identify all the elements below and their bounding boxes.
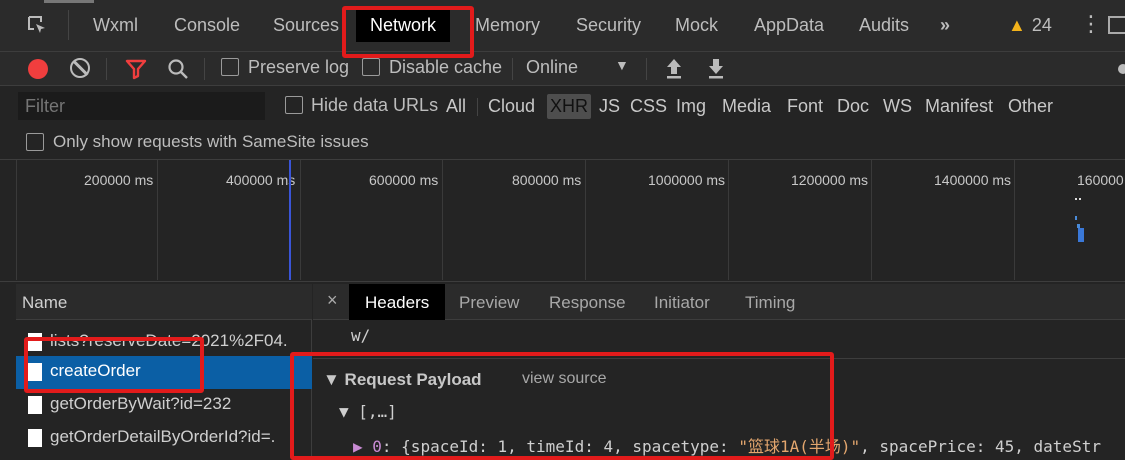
tab-indicator-line: [44, 0, 94, 3]
disable-cache-label: Disable cache: [389, 57, 503, 77]
grid-line: [157, 160, 158, 280]
timeline-request-marks: [1072, 194, 1088, 244]
preserve-log-label: Preserve log: [248, 57, 350, 77]
tab-mock[interactable]: Mock: [675, 15, 718, 36]
preserve-log-checkbox[interactable]: [221, 58, 239, 76]
document-icon: [28, 396, 42, 414]
filter-type-doc[interactable]: Doc: [837, 96, 869, 117]
annotation-box-create-order: [24, 337, 204, 393]
grid-line: [728, 160, 729, 280]
filter-type-cloud[interactable]: Cloud: [488, 96, 535, 117]
kebab-menu-icon[interactable]: ⋮: [1080, 13, 1102, 35]
tab-preview[interactable]: Preview: [459, 293, 519, 313]
filter-funnel-icon[interactable]: [124, 57, 148, 81]
filter-type-js[interactable]: JS: [599, 96, 620, 117]
tab-timing[interactable]: Timing: [745, 293, 795, 313]
request-row[interactable]: getOrderDetailByOrderId?id=.: [16, 422, 312, 455]
request-name: getOrderDetailByOrderId?id=.: [50, 427, 276, 446]
grid-line: [442, 160, 443, 280]
divider: [106, 58, 107, 80]
tab-wxml[interactable]: Wxml: [93, 15, 138, 36]
grid-line: [585, 160, 586, 280]
timeline-tick: 400000 ms: [226, 172, 296, 188]
timeline-tick: 800000 ms: [512, 172, 582, 188]
record-icon[interactable]: [28, 59, 48, 79]
grid-line: [300, 160, 301, 280]
disable-cache-checkbox[interactable]: [362, 58, 380, 76]
close-icon[interactable]: ×: [327, 290, 338, 311]
grid-line: [1014, 160, 1015, 280]
timeline-tick: 160000: [1077, 172, 1124, 188]
filter-type-ws[interactable]: WS: [883, 96, 912, 117]
request-name: getOrderByWait?id=232: [50, 394, 232, 413]
timeline-tick: 600000 ms: [369, 172, 439, 188]
throttle-select[interactable]: Online: [526, 57, 578, 78]
tab-initiator[interactable]: Initiator: [654, 293, 710, 313]
divider: [477, 98, 478, 116]
import-har-icon[interactable]: [664, 56, 684, 80]
tab-sources[interactable]: Sources: [273, 15, 339, 36]
divider: [204, 58, 205, 80]
tab-security[interactable]: Security: [576, 15, 641, 36]
tab-memory[interactable]: Memory: [475, 15, 540, 36]
timeline-tick: 1200000 ms: [791, 172, 869, 188]
search-icon[interactable]: [166, 57, 190, 81]
dock-icon[interactable]: [1108, 16, 1125, 34]
annotation-box-request-payload: [290, 352, 834, 460]
request-row[interactable]: getOrderByWait?id=232: [16, 389, 312, 422]
inspect-element-icon[interactable]: [26, 14, 48, 36]
samesite-label: Only show requests with SameSite issues: [53, 132, 369, 151]
tab-audits[interactable]: Audits: [859, 15, 909, 36]
hide-data-urls-checkbox[interactable]: [285, 96, 303, 114]
samesite-row: Only show requests with SameSite issues: [0, 126, 1125, 160]
filter-type-other[interactable]: Other: [1008, 96, 1053, 117]
timeline-overview[interactable]: 200000 ms 400000 ms 600000 ms 800000 ms …: [0, 160, 1125, 282]
samesite-checkbox[interactable]: [26, 133, 44, 151]
name-column-header[interactable]: Name: [16, 284, 312, 320]
filter-type-manifest[interactable]: Manifest: [925, 96, 993, 117]
filter-bar: Hide data URLs All Cloud XHR JS CSS Img …: [0, 86, 1125, 126]
timeline-tick: 200000 ms: [84, 172, 154, 188]
timeline-tick: 1400000 ms: [934, 172, 1012, 188]
hide-data-urls-label: Hide data URLs: [311, 95, 439, 115]
tab-response[interactable]: Response: [549, 293, 626, 313]
devtools-tab-bar: Wxml Console Sources Network Memory Secu…: [0, 0, 1125, 52]
chevron-down-icon[interactable]: ▼: [615, 57, 629, 73]
settings-gear-icon[interactable]: [1114, 60, 1125, 78]
divider: [646, 58, 647, 80]
export-har-icon[interactable]: [706, 56, 726, 80]
filter-type-xhr[interactable]: XHR: [547, 94, 592, 119]
document-icon: [28, 429, 42, 447]
clear-icon[interactable]: [70, 58, 90, 78]
tab-console[interactable]: Console: [174, 15, 240, 36]
grid-line: [871, 160, 872, 280]
header-value-fragment: w/: [351, 326, 371, 345]
divider: [68, 10, 69, 40]
warning-count: 24: [1031, 15, 1052, 35]
filter-type-img[interactable]: Img: [676, 96, 706, 117]
filter-type-font[interactable]: Font: [787, 96, 823, 117]
timeline-tick: 1000000 ms: [648, 172, 726, 188]
filter-type-all[interactable]: All: [446, 96, 466, 117]
tab-headers[interactable]: Headers: [349, 284, 446, 320]
detail-tab-bar: × Headers Preview Response Initiator Tim…: [313, 284, 1125, 320]
warning-icon: ▲: [1008, 15, 1026, 35]
timeline-cursor[interactable]: [289, 160, 291, 280]
network-toolbar: Preserve log Disable cache Online ▼: [0, 52, 1125, 86]
filter-input[interactable]: [18, 92, 265, 120]
warnings-counter[interactable]: ▲ 24: [1008, 15, 1052, 36]
annotation-box-network-tab: [342, 6, 474, 58]
filter-type-media[interactable]: Media: [722, 96, 771, 117]
divider: [512, 58, 513, 80]
grid-line: [16, 160, 17, 280]
payload-item-text-tail: , spacePrice: 45, dateStr: [860, 437, 1101, 456]
filter-type-css[interactable]: CSS: [630, 96, 667, 117]
tab-appdata[interactable]: AppData: [754, 15, 824, 36]
more-tabs-button[interactable]: »: [940, 15, 950, 36]
